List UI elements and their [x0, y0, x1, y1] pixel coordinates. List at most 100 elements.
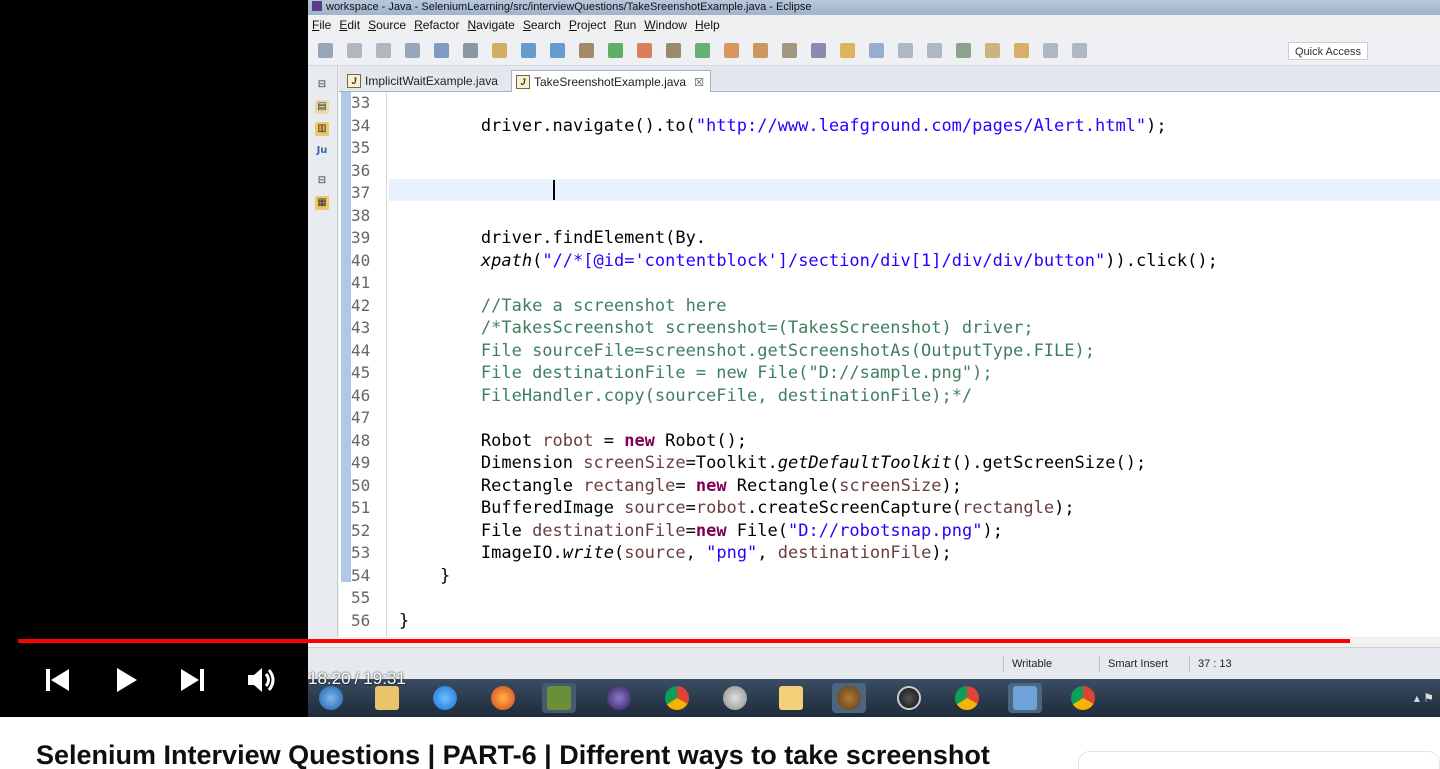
settings-app-icon[interactable]: [832, 683, 866, 713]
last-edit-icon[interactable]: [985, 43, 1000, 58]
previous-video-icon[interactable]: [38, 660, 78, 700]
system-tray[interactable]: ▴ ⚑: [1414, 691, 1434, 705]
snipping-tool-icon[interactable]: [718, 683, 752, 713]
line-number: 55: [351, 588, 371, 607]
code-line: driver.findElement(By.: [399, 228, 707, 248]
window-title: workspace - Java - SeleniumLearning/src/…: [326, 1, 812, 13]
menu-file[interactable]: File: [308, 15, 335, 36]
menu-mnemonic: R: [414, 18, 423, 32]
time-display: 18:20/19:31: [308, 669, 406, 689]
menu-help[interactable]: Help: [691, 15, 724, 36]
search-icon[interactable]: [782, 43, 797, 58]
video-player[interactable]: workspace - Java - SeleniumLearning/src/…: [0, 0, 1440, 717]
block-icon[interactable]: [898, 43, 913, 58]
debug-icon[interactable]: [579, 43, 594, 58]
photos-icon[interactable]: [1008, 683, 1042, 713]
refresh-icon[interactable]: [695, 43, 710, 58]
chrome-icon-3[interactable]: [1066, 683, 1100, 713]
navigator-icon[interactable]: ▥: [315, 122, 329, 136]
line-number: 56: [351, 610, 371, 630]
menu-search[interactable]: Search: [519, 15, 565, 36]
code-line: }: [399, 565, 451, 586]
obs-icon[interactable]: [892, 683, 926, 713]
coverage-icon[interactable]: [637, 43, 652, 58]
menu-run[interactable]: Run: [610, 15, 640, 36]
eclipse-taskbar-icon[interactable]: [602, 683, 636, 713]
menu-project[interactable]: Project: [565, 15, 610, 36]
chrome-icon[interactable]: [660, 683, 694, 713]
menu-label-rest: efactor: [422, 18, 460, 32]
text-caret: [553, 180, 555, 200]
new-icon[interactable]: [318, 43, 333, 58]
forward-icon[interactable]: [1043, 43, 1058, 58]
chrome-icon-2[interactable]: [950, 683, 984, 713]
quick-access-field[interactable]: Quick Access: [1288, 42, 1368, 60]
toggle-icon[interactable]: [869, 43, 884, 58]
save-icon[interactable]: [347, 43, 362, 58]
terminal-icon[interactable]: [434, 43, 449, 58]
restore-icon-2[interactable]: ⊟: [315, 174, 329, 188]
open-type-icon[interactable]: [753, 43, 768, 58]
menu-navigate[interactable]: Navigate: [463, 15, 518, 36]
play-icon[interactable]: [106, 660, 146, 700]
line-number: 34: [351, 115, 371, 135]
menu-label-rest: ource: [376, 18, 407, 32]
print-icon[interactable]: [405, 43, 420, 58]
line-number: 35: [351, 138, 371, 157]
outline-icon[interactable]: ▦: [315, 196, 329, 210]
video-progress-bar[interactable]: [18, 639, 1440, 643]
line-number: 37: [351, 183, 371, 202]
line-number: 43: [351, 318, 371, 337]
skip-icon[interactable]: [463, 43, 478, 58]
code-line: /*TakesScreenshot screenshot=(TakesScree…: [480, 318, 1034, 338]
save-all-icon[interactable]: [376, 43, 391, 58]
window-title-bar: workspace - Java - SeleniumLearning/src/…: [308, 0, 1440, 15]
task-manager-icon[interactable]: [542, 683, 576, 713]
annotation-next-icon[interactable]: [956, 43, 971, 58]
run-icon[interactable]: [608, 43, 623, 58]
code-line: Robot robot = new Robot();: [399, 430, 748, 451]
show-whitespace-icon[interactable]: [927, 43, 942, 58]
menu-window[interactable]: Window: [640, 15, 691, 36]
package-explorer-icon[interactable]: ▤: [315, 100, 329, 114]
editor-tab-row: J ImplicitWaitExample.java J TakeSreenshot…: [339, 66, 1440, 92]
code-line: Rectangle rectangle= new Rectangle(scree…: [399, 475, 962, 496]
code-line: File destinationFile = new File("D://sam…: [480, 363, 993, 383]
menu-mnemonic: S: [368, 18, 377, 32]
format-icon[interactable]: [550, 43, 565, 58]
line-number: 49: [351, 453, 371, 472]
new-class-icon[interactable]: [724, 43, 739, 58]
next-video-icon[interactable]: [172, 660, 212, 700]
firefox-icon[interactable]: [486, 683, 520, 713]
junit-icon[interactable]: Ju: [315, 144, 329, 158]
tab-take-screenshot-example[interactable]: J TakeSreenshotExample.java ☒: [511, 70, 711, 92]
line-number-gutter: 33 34 35 36 37 38 39 40 41 42 43 44 45 46 47 48 49 50 51 52…: [351, 92, 387, 637]
restore-icon[interactable]: ⊟: [315, 78, 329, 92]
back-icon[interactable]: [1014, 43, 1029, 58]
volume-icon[interactable]: [242, 660, 282, 700]
forward-dropdown-icon[interactable]: [1072, 43, 1087, 58]
line-number: 44: [351, 340, 371, 360]
close-tab-icon[interactable]: ☒: [694, 77, 704, 89]
tab-implicit-wait-example[interactable]: J ImplicitWaitExample.java: [343, 70, 504, 92]
build-icon[interactable]: [492, 43, 507, 58]
menu-edit[interactable]: Edit: [335, 15, 364, 36]
menu-label-rest: earch: [530, 18, 561, 32]
code-line: File sourceFile=screenshot.getScreenshot…: [480, 340, 1095, 361]
menu-refactor[interactable]: Refactor: [410, 15, 463, 36]
mark-occurrences-icon[interactable]: [840, 43, 855, 58]
code-editor[interactable]: 33 34 35 36 37 38 39 40 41 42 43 44 45 46 47 48 49 50 51 52…: [339, 92, 1440, 637]
channel-actions-box[interactable]: [1078, 751, 1440, 769]
annotation-icon[interactable]: [811, 43, 826, 58]
menu-mnemonic: N: [467, 18, 477, 32]
test-icon[interactable]: [521, 43, 536, 58]
folder-icon[interactable]: [774, 683, 808, 713]
status-insert-mode: Smart Insert: [1099, 656, 1189, 672]
menu-source[interactable]: Source: [364, 15, 410, 36]
menu-label-rest: roject: [576, 18, 607, 32]
external-tools-icon[interactable]: [666, 43, 681, 58]
code-line: //Take a screenshot here: [480, 295, 727, 316]
internet-explorer-icon[interactable]: [428, 683, 462, 713]
java-file-icon: J: [516, 75, 530, 89]
code-line: FileHandler.copy(sourceFile, destination…: [480, 385, 973, 406]
